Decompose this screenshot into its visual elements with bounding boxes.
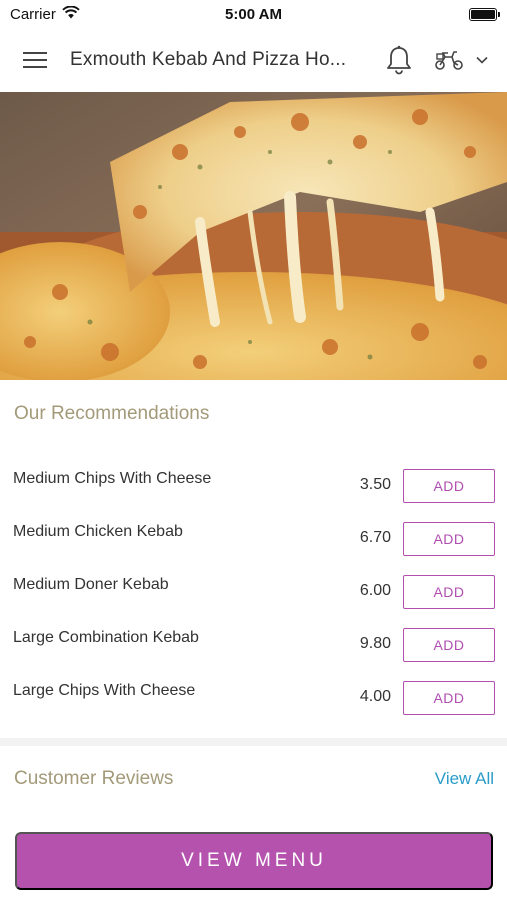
scooter-icon	[435, 51, 463, 70]
status-left: Carrier	[10, 5, 80, 23]
notifications-button[interactable]	[381, 42, 417, 78]
recommendation-item: Medium Chicken Kebab 6.70 ADD	[0, 513, 507, 566]
recommendations-title: Our Recommendations	[14, 403, 210, 424]
recommendation-item: Large Chips With Cheese 4.00 ADD	[0, 672, 507, 725]
recommendation-item: Medium Chips With Cheese 3.50 ADD	[0, 460, 507, 513]
app-header: Exmouth Kebab And Pizza Ho...	[0, 28, 507, 92]
bell-icon	[387, 45, 411, 75]
item-name: Large Chips With Cheese	[13, 682, 196, 699]
item-name: Large Combination Kebab	[13, 629, 199, 646]
recommendations-list: Medium Chips With Cheese 3.50 ADD Medium…	[0, 460, 507, 725]
hero-pizza-image	[0, 92, 507, 380]
battery-icon	[469, 7, 500, 21]
wifi-icon	[62, 5, 80, 23]
reviews-title: Customer Reviews	[14, 768, 174, 789]
status-bar: Carrier 5:00 AM	[0, 0, 507, 28]
add-button[interactable]: ADD	[403, 681, 495, 715]
chevron-down-icon	[476, 56, 488, 64]
recommendation-item: Medium Doner Kebab 6.00 ADD	[0, 566, 507, 619]
add-button[interactable]: ADD	[403, 575, 495, 609]
item-price: 9.80	[359, 635, 391, 652]
menu-button[interactable]	[0, 28, 70, 92]
item-name: Medium Chips With Cheese	[13, 470, 212, 487]
item-price: 6.70	[359, 529, 391, 546]
item-price: 6.00	[359, 582, 391, 599]
item-name: Medium Chicken Kebab	[13, 523, 183, 540]
item-price: 3.50	[359, 476, 391, 493]
section-divider	[0, 738, 507, 746]
view-menu-button[interactable]: VIEW MENU	[15, 832, 493, 890]
item-name: Medium Doner Kebab	[13, 576, 169, 593]
add-button[interactable]: ADD	[403, 469, 495, 503]
menu-icon	[23, 52, 47, 68]
add-button[interactable]: ADD	[403, 628, 495, 662]
order-type-selector[interactable]	[426, 42, 496, 78]
recommendation-item: Large Combination Kebab 9.80 ADD	[0, 619, 507, 672]
carrier-label: Carrier	[10, 5, 56, 23]
app-title: Exmouth Kebab And Pizza Ho...	[70, 49, 347, 70]
add-button[interactable]: ADD	[403, 522, 495, 556]
view-all-reviews-link[interactable]: View All	[435, 769, 494, 789]
item-price: 4.00	[359, 688, 391, 705]
